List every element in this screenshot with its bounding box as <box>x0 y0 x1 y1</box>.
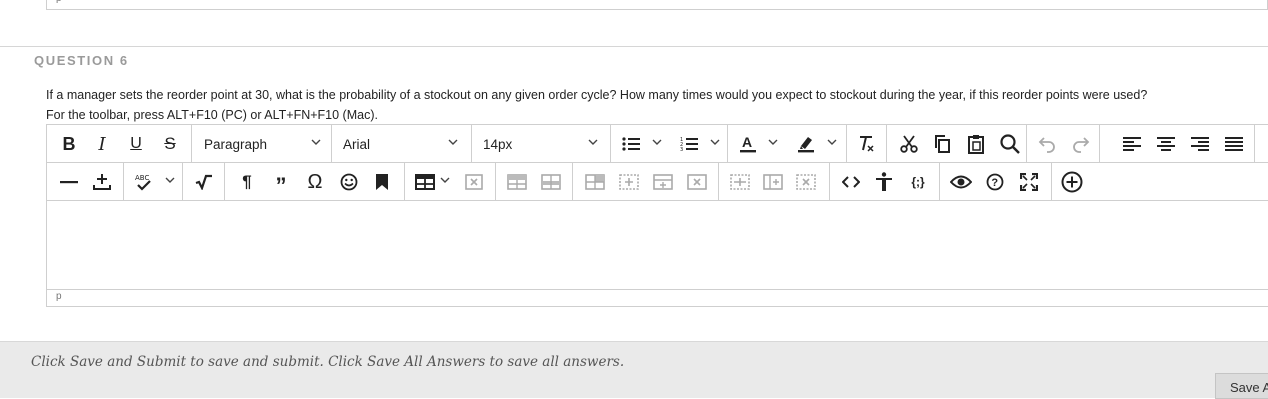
add-content-icon[interactable] <box>1058 168 1086 196</box>
align-left-icon[interactable] <box>1118 130 1146 158</box>
paste-icon[interactable] <box>962 130 990 158</box>
tools-group: {;} <box>830 163 940 200</box>
view-group: ? <box>940 163 1052 200</box>
answer-editor: B I U S Paragraph Arial 14px 123 A ABC ¶… <box>46 124 1268 307</box>
chevron-down-icon[interactable] <box>767 136 779 148</box>
question-title: QUESTION 6 <box>34 53 129 68</box>
color-group: A <box>728 125 847 162</box>
bold-icon[interactable]: B <box>55 130 83 158</box>
previous-answer-editor: p <box>46 0 1268 10</box>
chevron-down-icon <box>311 139 321 145</box>
align-center-icon[interactable] <box>1152 130 1180 158</box>
undo-icon[interactable] <box>1033 130 1061 158</box>
accessibility-icon[interactable] <box>870 168 898 196</box>
size-select-label: 14px <box>483 137 513 152</box>
split-cells-icon[interactable] <box>759 168 787 196</box>
copy-icon[interactable] <box>928 130 956 158</box>
insert-plus-icon[interactable] <box>88 168 116 196</box>
svg-text:?: ? <box>991 177 998 189</box>
bullet-list-icon[interactable] <box>617 130 645 158</box>
underline-icon[interactable]: U <box>122 130 150 158</box>
list-group: 123 <box>611 125 728 162</box>
align-right-icon[interactable] <box>1186 130 1214 158</box>
insert-col-icon[interactable] <box>615 168 643 196</box>
add-group <box>1052 163 1092 200</box>
delete-cell-icon[interactable] <box>683 168 711 196</box>
svg-text:A: A <box>742 134 752 150</box>
paragraph-mark-icon[interactable]: ¶ <box>233 168 261 196</box>
insert-row-icon[interactable] <box>649 168 677 196</box>
delete-col-icon[interactable] <box>792 168 820 196</box>
justify-icon[interactable] <box>1220 130 1248 158</box>
paragraph-select[interactable]: Paragraph <box>192 125 332 162</box>
text-color-icon[interactable]: A <box>734 130 762 158</box>
characters-group: ¶ ” Ω <box>225 163 405 200</box>
size-select[interactable]: 14px <box>472 125 611 162</box>
chevron-down-icon <box>448 139 458 145</box>
edit-group <box>887 125 1027 162</box>
cell-group <box>573 163 719 200</box>
align-group <box>1100 125 1255 162</box>
source-icon[interactable]: {;} <box>904 168 932 196</box>
table-icon[interactable] <box>411 168 439 196</box>
code-icon[interactable] <box>837 168 865 196</box>
merge-cells-icon[interactable] <box>726 168 754 196</box>
table-group <box>405 163 496 200</box>
status-path: p <box>56 291 62 302</box>
history-group <box>1027 125 1100 162</box>
chevron-down-icon[interactable] <box>164 174 176 186</box>
quote-icon[interactable]: ” <box>267 168 295 198</box>
row-above-icon[interactable] <box>503 168 531 196</box>
redo-icon[interactable] <box>1067 130 1095 158</box>
delete-table-icon[interactable] <box>460 168 488 196</box>
paragraph-select-label: Paragraph <box>204 137 268 152</box>
omega-icon[interactable]: Ω <box>301 168 329 196</box>
submission-footer: Click Save and Submit to save and submit… <box>0 341 1268 399</box>
math-group <box>183 163 225 200</box>
cell-props-icon[interactable] <box>581 168 609 196</box>
toolbar-hint: For the toolbar, press ALT+F10 (PC) or A… <box>46 108 378 122</box>
editor-content-area[interactable] <box>47 201 1268 288</box>
chevron-down-icon[interactable] <box>439 174 451 186</box>
question-text: If a manager sets the reorder point at 3… <box>46 88 1148 102</box>
save-all-answers-button[interactable]: Save A <box>1215 373 1268 399</box>
cut-icon[interactable] <box>895 130 923 158</box>
spellcheck-group: ABC <box>124 163 183 200</box>
math-icon[interactable] <box>190 168 218 196</box>
editor-status-bar: p <box>47 289 1268 307</box>
row-group <box>496 163 573 200</box>
footer-instructions: Click Save and Submit to save and submit… <box>31 354 625 370</box>
toolbar-row-2: ABC ¶ ” Ω {;} ? <box>47 163 1268 201</box>
previous-status-path: p <box>56 0 62 4</box>
strikethrough-icon[interactable]: S <box>156 130 184 158</box>
chevron-down-icon[interactable] <box>651 136 663 148</box>
fullscreen-icon[interactable] <box>1015 168 1043 196</box>
preview-icon[interactable] <box>947 168 975 196</box>
highlight-icon[interactable] <box>792 130 820 158</box>
insert-group <box>47 163 124 200</box>
spellcheck-label: ABC <box>135 174 149 182</box>
clear-format-icon[interactable] <box>852 130 880 158</box>
help-icon[interactable]: ? <box>981 168 1009 196</box>
spellcheck-icon[interactable]: ABC <box>130 168 158 196</box>
horizontal-line-icon[interactable] <box>55 168 83 196</box>
numbered-list-icon[interactable]: 123 <box>675 130 703 158</box>
chevron-down-icon[interactable] <box>826 136 838 148</box>
chevron-down-icon <box>588 139 598 145</box>
italic-icon[interactable]: I <box>88 130 116 158</box>
svg-text:3: 3 <box>680 147 683 152</box>
font-select-label: Arial <box>343 137 371 152</box>
format-group: B I U S <box>47 125 192 162</box>
section-divider <box>0 46 1268 47</box>
toolbar-row-1: B I U S Paragraph Arial 14px 123 A <box>47 125 1268 163</box>
merge-group <box>719 163 830 200</box>
clear-format-group <box>847 125 887 162</box>
row-below-icon[interactable] <box>537 168 565 196</box>
chevron-down-icon[interactable] <box>709 136 721 148</box>
emoji-icon[interactable] <box>335 168 363 196</box>
bookmark-icon[interactable] <box>368 168 396 196</box>
font-select[interactable]: Arial <box>332 125 472 162</box>
find-icon[interactable] <box>996 130 1024 158</box>
